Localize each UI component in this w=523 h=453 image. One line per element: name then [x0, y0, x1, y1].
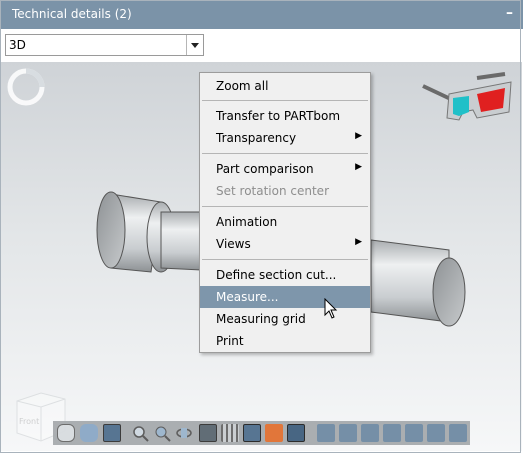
submenu-arrow-icon: ▶	[355, 237, 362, 247]
mouse-pointer-icon	[324, 297, 338, 320]
view-top-icon[interactable]	[405, 424, 423, 442]
menu-separator	[202, 206, 368, 207]
box-view-icon[interactable]	[287, 424, 305, 442]
solid-view-icon[interactable]	[243, 424, 261, 442]
dimension-icon[interactable]	[199, 424, 217, 442]
menu-item-transfer-to-partbom[interactable]: Transfer to PARTbom	[200, 105, 370, 127]
menu-item-transparency[interactable]: Transparency ▶	[200, 127, 370, 149]
menu-item-views[interactable]: Views ▶	[200, 233, 370, 255]
zoom-region-icon[interactable]	[153, 424, 171, 442]
menu-item-animation[interactable]: Animation	[200, 211, 370, 233]
view-right-icon[interactable]	[383, 424, 401, 442]
menu-item-measuring-grid[interactable]: Measuring grid	[200, 308, 370, 330]
menu-item-part-comparison[interactable]: Part comparison ▶	[200, 158, 370, 180]
window-title-bar: Technical details (2) –	[0, 0, 523, 29]
cylinder-outline-icon[interactable]	[57, 424, 75, 442]
chevron-down-icon[interactable]	[186, 35, 203, 55]
minimize-button[interactable]: –	[506, 5, 513, 21]
menu-separator	[202, 259, 368, 260]
view-back-icon[interactable]	[339, 424, 357, 442]
submenu-arrow-icon: ▶	[355, 131, 362, 141]
menu-separator	[202, 153, 368, 154]
view-bottom-icon[interactable]	[427, 424, 445, 442]
zoom-icon[interactable]	[131, 424, 149, 442]
nav-cube-face-label: Front	[19, 417, 40, 426]
view-mode-value: 3D	[9, 38, 26, 52]
view-front-icon[interactable]	[317, 424, 335, 442]
grid-icon[interactable]	[221, 424, 239, 442]
view-left-icon[interactable]	[361, 424, 379, 442]
menu-item-set-rotation-center: Set rotation center	[216, 184, 329, 198]
view-iso-icon[interactable]	[449, 424, 467, 442]
context-menu: Zoom all Transfer to PARTbom Transparenc…	[199, 72, 371, 353]
menu-item-measure[interactable]: Measure...	[200, 286, 370, 308]
menu-item-print[interactable]: Print	[200, 330, 370, 352]
color-view-icon[interactable]	[265, 424, 283, 442]
view-toolbar: 3D	[0, 29, 523, 62]
cylinder-solid-icon[interactable]	[80, 424, 98, 442]
menu-item-define-section-cut[interactable]: Define section cut...	[200, 264, 370, 286]
view-mode-select[interactable]: 3D	[5, 34, 204, 56]
menu-separator	[202, 100, 368, 101]
rotate-icon[interactable]	[175, 424, 193, 442]
submenu-arrow-icon: ▶	[355, 162, 362, 172]
window-title: Technical details (2)	[12, 7, 132, 21]
cylinder-dark-icon[interactable]	[103, 424, 121, 442]
bottom-toolbar	[53, 421, 470, 445]
menu-item-zoom-all[interactable]: Zoom all	[200, 75, 370, 97]
